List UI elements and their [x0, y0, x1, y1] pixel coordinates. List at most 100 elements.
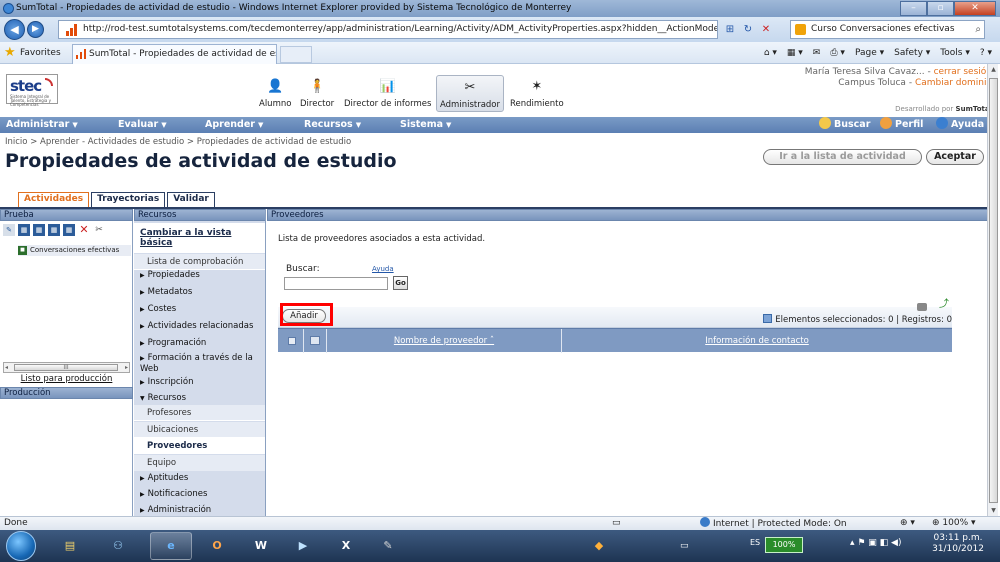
- horizontal-scrollbar[interactable]: ◂ III ▸: [3, 362, 130, 373]
- logout-link[interactable]: cerrar sesión: [934, 67, 992, 77]
- tab-actividades[interactable]: Actividades: [18, 192, 90, 207]
- column-contact-info[interactable]: Información de contacto: [562, 329, 952, 353]
- clock[interactable]: 03:11 p.m. 31/10/2012: [922, 533, 994, 555]
- help-icon[interactable]: ? ▾: [980, 46, 992, 60]
- zone-info[interactable]: Internet | Protected Mode: On: [700, 517, 847, 531]
- role-administrador[interactable]: ✂ Administrador: [436, 75, 505, 112]
- role-director-informes[interactable]: 📊 Director de informes: [344, 78, 431, 109]
- language-indicator[interactable]: ES: [750, 538, 760, 547]
- help-link[interactable]: Ayuda: [372, 265, 394, 273]
- word-icon[interactable]: W: [240, 532, 282, 560]
- url-input[interactable]: http://rod-test.sumtotalsystems.com/tecd…: [58, 20, 718, 39]
- nav-propiedades[interactable]: ▶ Propiedades: [140, 270, 264, 281]
- forward-button[interactable]: ▶: [27, 21, 44, 38]
- nav-recursos[interactable]: Recursos ▼: [304, 117, 361, 133]
- zoom-control[interactable]: ⊕ 100% ▾: [932, 517, 976, 530]
- close-button[interactable]: ✕: [954, 1, 996, 16]
- nav-administracion[interactable]: ▶ Administración: [140, 505, 264, 516]
- delete-icon[interactable]: ✕: [78, 224, 90, 236]
- printer-icon[interactable]: [917, 303, 927, 311]
- home-icon[interactable]: ⌂ ▾: [764, 46, 777, 60]
- tools-menu[interactable]: Tools ▾: [940, 46, 970, 60]
- nav-proveedores[interactable]: Proveedores: [134, 438, 265, 454]
- ready-for-production-link[interactable]: Listo para producción: [0, 374, 133, 384]
- search-icon[interactable]: ⌕: [975, 21, 981, 38]
- scroll-left-icon[interactable]: ◂: [5, 363, 8, 372]
- maximize-button[interactable]: ▫: [927, 1, 954, 16]
- safety-menu[interactable]: Safety ▾: [894, 46, 930, 60]
- scroll-up-icon[interactable]: ▲: [988, 64, 999, 75]
- grid-icon[interactable]: ▦: [33, 224, 45, 236]
- nav-profesores[interactable]: Profesores: [134, 405, 265, 421]
- nav-checklist[interactable]: Lista de comprobación: [134, 254, 265, 270]
- print-icon[interactable]: ⎙ ▾: [830, 46, 845, 60]
- column-provider-name[interactable]: Nombre de proveedor ˆ: [327, 329, 561, 353]
- scroll-right-icon[interactable]: ▸: [125, 363, 128, 372]
- edit-icon[interactable]: ✎: [3, 224, 15, 236]
- page-menu[interactable]: Page ▾: [855, 46, 884, 60]
- nav-actividades-relacionadas[interactable]: ▶ Actividades relacionadas: [140, 321, 264, 332]
- grid-icon[interactable]: ▦: [18, 224, 30, 236]
- start-button[interactable]: [6, 531, 36, 561]
- role-rendimiento[interactable]: ✶ Rendimiento: [510, 78, 564, 109]
- compat-icon[interactable]: ⊞: [722, 21, 738, 38]
- protected-mode-icon[interactable]: ⊕ ▾: [900, 517, 915, 530]
- favorites-button[interactable]: ★ Favorites: [4, 45, 61, 61]
- battery-icon[interactable]: ▭: [680, 541, 689, 551]
- stop-icon[interactable]: ✕: [758, 21, 774, 38]
- excel-icon[interactable]: X: [325, 532, 367, 560]
- back-button[interactable]: ◀: [4, 19, 25, 40]
- accept-button[interactable]: Aceptar: [926, 149, 984, 165]
- go-to-list-button[interactable]: Ir a la lista de actividad: [763, 149, 922, 165]
- mail-icon[interactable]: ✉: [813, 46, 821, 60]
- media-player-icon[interactable]: ▶: [282, 532, 324, 560]
- grid-icon[interactable]: ▦: [63, 224, 75, 236]
- office-icon[interactable]: ◆: [578, 532, 620, 560]
- column-chooser-icon[interactable]: [310, 336, 320, 345]
- browser-tab[interactable]: SumTotal - Propiedades de actividad de e…: [72, 44, 277, 64]
- nav-inscripcion[interactable]: ▶ Inscripción: [140, 377, 264, 388]
- nav-metadatos[interactable]: ▶ Metadatos: [140, 287, 264, 298]
- remove-icon[interactable]: ✂: [93, 224, 105, 236]
- explorer-icon[interactable]: ▤: [49, 532, 91, 560]
- nav-notificaciones[interactable]: ▶ Notificaciones: [140, 489, 264, 500]
- paint-icon[interactable]: ✎: [367, 532, 409, 560]
- new-tab-button[interactable]: [280, 46, 312, 63]
- internet-explorer-icon[interactable]: e: [150, 532, 192, 560]
- nav-equipo[interactable]: Equipo: [134, 455, 265, 471]
- tray-icons[interactable]: ▴ ⚑ ▣ ◧ ◀): [850, 538, 901, 548]
- nav-aptitudes[interactable]: ▶ Aptitudes: [140, 473, 264, 484]
- scroll-thumb[interactable]: III: [14, 364, 118, 371]
- nav-costes[interactable]: ▶ Costes: [140, 304, 264, 315]
- nav-buscar[interactable]: Buscar: [819, 117, 870, 133]
- tab-trayectorias[interactable]: Trayectorias: [91, 192, 166, 207]
- change-domain-link[interactable]: Cambiar dominio: [915, 78, 992, 88]
- tree-item[interactable]: ■ Conversaciones efectivas: [18, 245, 131, 256]
- outlook-icon[interactable]: O: [196, 532, 238, 560]
- page-scrollbar[interactable]: ▲ ▼: [987, 64, 998, 516]
- nav-sistema[interactable]: Sistema ▼: [400, 117, 451, 133]
- nav-formacion-web[interactable]: ▶ Formación a través de la Web: [140, 353, 260, 375]
- scroll-thumb[interactable]: [989, 78, 998, 503]
- users-icon[interactable]: ⚇: [97, 532, 139, 560]
- select-all-checkbox[interactable]: [288, 337, 296, 345]
- nav-administrar[interactable]: Administrar ▼: [6, 117, 78, 133]
- refresh-icon[interactable]: ↻: [740, 21, 756, 38]
- export-icon[interactable]: ⤴: [939, 300, 949, 310]
- nav-ayuda[interactable]: Ayuda: [936, 117, 984, 133]
- tab-validar[interactable]: Validar: [167, 192, 215, 207]
- nav-perfil[interactable]: Perfil: [880, 117, 923, 133]
- scroll-down-icon[interactable]: ▼: [988, 505, 999, 516]
- search-input[interactable]: Curso Conversaciones efectivas ⌕: [790, 20, 985, 39]
- battery-badge[interactable]: 100%: [765, 537, 803, 553]
- nav-programacion[interactable]: ▶ Programación: [140, 338, 264, 349]
- minimize-button[interactable]: –: [900, 1, 927, 16]
- nav-ubicaciones[interactable]: Ubicaciones: [134, 422, 265, 438]
- nav-evaluar[interactable]: Evaluar ▼: [118, 117, 167, 133]
- role-alumno[interactable]: 👤 Alumno: [259, 78, 291, 109]
- nav-aprender[interactable]: Aprender ▼: [205, 117, 263, 133]
- feeds-icon[interactable]: ▦ ▾: [787, 46, 803, 60]
- role-director[interactable]: 🧍 Director: [300, 78, 334, 109]
- go-button[interactable]: Go: [393, 276, 408, 290]
- nav-recursos[interactable]: ▼ Recursos: [140, 393, 264, 404]
